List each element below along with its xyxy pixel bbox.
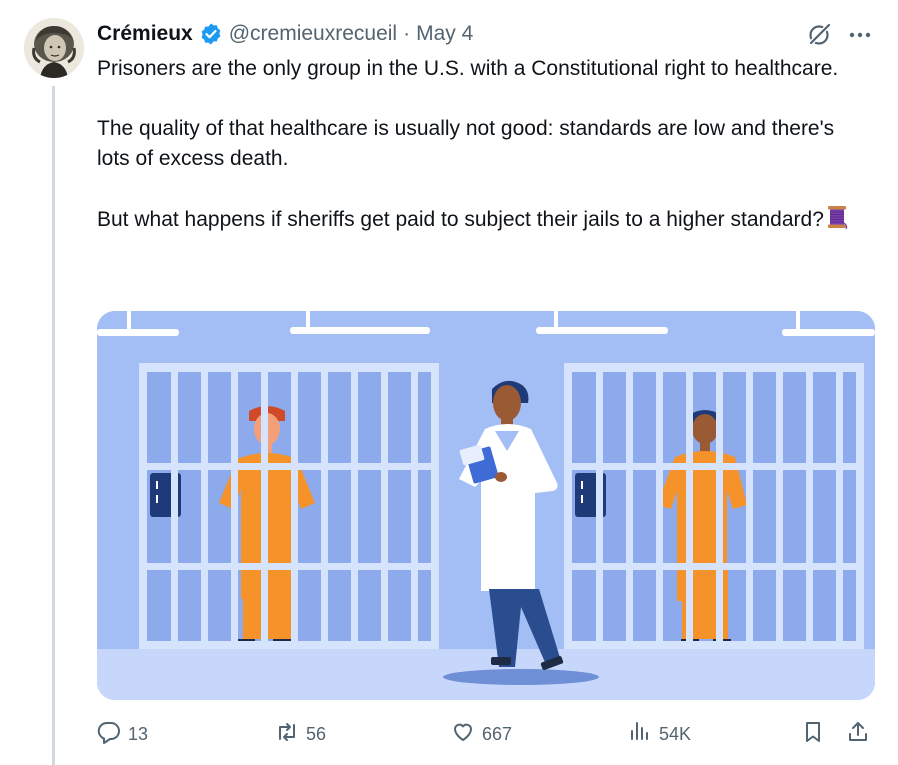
tweet-paragraph-1: Prisoners are the only group in the U.S.… [97, 57, 839, 80]
spool-of-thread-emoji [825, 204, 849, 239]
author-handle[interactable]: @cremieuxrecueil [229, 22, 397, 46]
tweet-date[interactable]: May 4 [416, 22, 473, 46]
more-icon[interactable] [845, 22, 875, 48]
share-icon [845, 719, 871, 750]
like-count: 667 [482, 723, 513, 744]
avatar[interactable] [24, 18, 84, 78]
tweet-paragraph-3-text: But what happens if sheriffs get paid to… [97, 208, 824, 231]
author-name[interactable]: Crémieux [97, 22, 193, 46]
tweet: Crémieux @cremieuxrecueil · May 4 Prison… [0, 0, 898, 765]
heart-icon [450, 719, 476, 750]
tweet-text: Prisoners are the only group in the U.S.… [97, 54, 857, 239]
repost-count: 56 [306, 723, 327, 744]
reply-button[interactable]: 13 [96, 716, 148, 752]
thread-line [52, 86, 55, 765]
views-button[interactable]: 54K [627, 716, 691, 752]
share-button[interactable] [845, 716, 871, 752]
verified-badge-icon[interactable] [199, 22, 223, 46]
tweet-paragraph-2: The quality of that healthcare is usuall… [97, 117, 835, 170]
reply-count: 13 [128, 723, 149, 744]
tweet-header: Crémieux @cremieuxrecueil · May 4 [97, 19, 473, 49]
tweet-paragraph-3: But what happens if sheriffs get paid to… [97, 204, 857, 239]
views-icon [627, 719, 653, 750]
like-button[interactable]: 667 [450, 716, 512, 752]
bookmark-button[interactable] [800, 716, 826, 752]
views-count: 54K [659, 723, 692, 744]
repost-button[interactable]: 56 [274, 716, 326, 752]
tweet-actions: 13 56 667 54K [96, 716, 876, 752]
grok-icon[interactable] [806, 22, 832, 48]
repost-icon [274, 719, 300, 750]
reply-icon [96, 719, 122, 750]
separator: · [403, 22, 411, 45]
tweet-image[interactable] [97, 311, 875, 700]
bookmark-icon [800, 719, 826, 750]
